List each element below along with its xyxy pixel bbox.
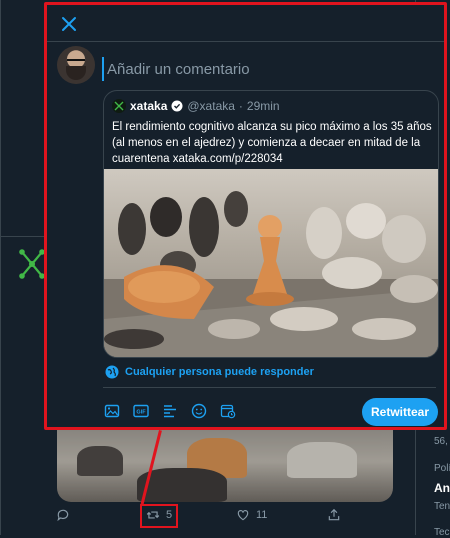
heart-icon <box>237 510 249 521</box>
quoted-tweet-text: El rendimiento cognitivo alcanza su pico… <box>112 121 432 165</box>
retweet-button[interactable]: Retwittear <box>362 398 438 426</box>
globe-icon <box>105 365 119 379</box>
xataka-logo-icon <box>112 99 126 113</box>
side-snippet[interactable]: An <box>434 481 450 495</box>
side-snippet: 56, <box>434 436 448 447</box>
share-icon <box>328 508 340 521</box>
tweet-image[interactable] <box>57 428 393 502</box>
comment-input[interactable] <box>102 57 439 81</box>
close-icon[interactable] <box>59 14 79 34</box>
side-snippet: Tec <box>434 527 450 538</box>
quoted-tweet-time: 29min <box>246 99 280 113</box>
reply-permission[interactable]: Cualquier persona puede responder <box>105 365 314 379</box>
quoted-tweet-image[interactable] <box>104 169 438 357</box>
schedule-icon[interactable] <box>220 403 236 419</box>
like-count: 11 <box>256 509 268 521</box>
verified-icon <box>171 100 183 112</box>
user-avatar[interactable] <box>57 46 95 84</box>
quoted-author-handle: @xataka <box>187 99 235 113</box>
toolbar-divider <box>103 387 436 388</box>
like-action[interactable]: 11 <box>236 508 267 522</box>
chess-piece <box>287 442 357 478</box>
avatar-beard <box>66 66 86 80</box>
timeline-divider <box>0 236 44 237</box>
chess-photo <box>104 191 438 357</box>
reply-permission-label: Cualquier persona puede responder <box>125 366 314 378</box>
side-snippet: Ten <box>434 501 450 512</box>
quoted-tweet-header: xataka @xataka · 29min <box>112 99 280 113</box>
emoji-icon[interactable] <box>191 403 207 419</box>
poll-icon[interactable] <box>162 403 178 419</box>
quoted-tweet[interactable]: xataka @xataka · 29min El rendimiento co… <box>103 90 439 358</box>
gif-icon[interactable]: GIF <box>133 403 149 419</box>
share-action[interactable] <box>327 508 341 522</box>
side-snippet: Polí <box>434 463 450 474</box>
avatar-glasses <box>67 59 85 65</box>
quoted-tweet-separator: · <box>238 99 243 113</box>
quoted-author-name: xataka <box>130 99 168 113</box>
modal-header-divider <box>47 41 444 42</box>
image-icon[interactable] <box>104 403 120 419</box>
retweet-with-comment-modal: xataka @xataka · 29min El rendimiento co… <box>44 2 447 430</box>
timeline-border-left <box>0 0 1 535</box>
composer-toolbar: GIF <box>104 403 236 419</box>
reply-action[interactable] <box>56 508 70 522</box>
retweet-highlight-box <box>140 504 178 528</box>
reply-icon <box>57 509 69 522</box>
svg-text:GIF: GIF <box>136 410 146 416</box>
chess-piece <box>77 446 123 476</box>
